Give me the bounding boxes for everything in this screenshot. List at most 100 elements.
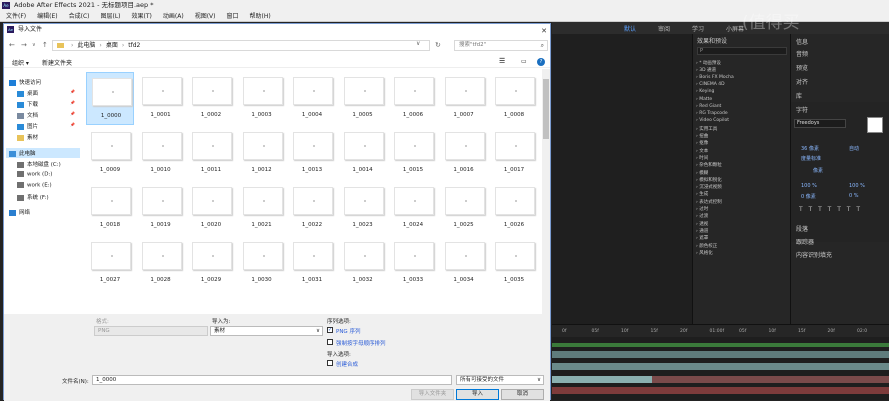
effects-category[interactable]: › Boris FX Mocha <box>696 75 734 80</box>
effects-category[interactable]: › 通道 <box>696 228 708 234</box>
file-item[interactable]: 1_0010 <box>137 127 185 180</box>
menu-item[interactable]: 帮助(H) <box>250 13 271 20</box>
up-arrow-icon[interactable]: ↑ <box>42 41 48 49</box>
panel-info[interactable]: 信息 <box>796 37 808 46</box>
effects-category[interactable]: › 时间 <box>696 155 708 161</box>
effects-category[interactable]: › Matte <box>696 97 712 102</box>
breadcrumb-tfd2[interactable]: tfd2 <box>128 42 140 49</box>
menu-item[interactable]: 编辑(E) <box>37 13 57 20</box>
font-family-select[interactable]: Freedoys <box>794 119 846 128</box>
file-item[interactable]: 1_0020 <box>187 182 235 235</box>
menu-item[interactable]: 合成(C) <box>69 13 90 20</box>
file-item[interactable]: 1_0005 <box>339 72 387 125</box>
alphabetical-order-label[interactable]: 强制按字母顺序排列 <box>336 339 386 347</box>
chevron-down-icon[interactable]: ∨ <box>32 42 36 48</box>
effects-category[interactable]: › 杂色和颗粒 <box>696 162 722 168</box>
file-item[interactable]: 1_0022 <box>288 182 336 235</box>
file-item[interactable]: 1_0017 <box>490 127 538 180</box>
back-arrow-icon[interactable]: ← <box>9 41 15 49</box>
menu-item[interactable]: 效果(T) <box>132 13 152 20</box>
file-item[interactable]: 1_0008 <box>490 72 538 125</box>
effects-category[interactable]: › 表达式控制 <box>696 199 722 205</box>
file-item[interactable]: 1_0035 <box>490 237 538 290</box>
file-item[interactable]: 1_0011 <box>187 127 235 180</box>
file-item[interactable]: 1_0024 <box>389 182 437 235</box>
file-item[interactable]: 1_0033 <box>389 237 437 290</box>
file-item[interactable]: 1_0003 <box>238 72 286 125</box>
panel-library[interactable]: 库 <box>796 91 802 100</box>
breadcrumb-this-pc[interactable]: 此电脑 <box>77 42 95 49</box>
text-style-buttons[interactable]: TTTTTTT <box>799 206 866 213</box>
effects-category[interactable]: › 文本 <box>696 148 708 154</box>
effects-category[interactable]: › 过时 <box>696 206 708 212</box>
nav-item[interactable]: 本地磁盘 (C:) <box>17 160 61 168</box>
close-icon[interactable]: ✕ <box>541 26 547 37</box>
import-folder-button[interactable]: 导入文件夹 <box>411 389 454 400</box>
effects-category[interactable]: › CINEMA 4D <box>696 82 725 87</box>
file-item[interactable]: 1_0004 <box>288 72 336 125</box>
organize-button[interactable]: 组织 ▾ <box>12 58 29 67</box>
effects-category[interactable]: › 颜色校正 <box>696 243 717 249</box>
effects-category[interactable]: › 模拟和锐化 <box>696 177 722 183</box>
menu-item[interactable]: 文件(F) <box>6 13 26 20</box>
pin-icon[interactable]: 📌 <box>70 111 75 116</box>
help-icon[interactable]: ? <box>537 58 545 66</box>
file-item[interactable]: 1_0013 <box>288 127 336 180</box>
file-item[interactable]: 1_0029 <box>187 237 235 290</box>
search-input[interactable]: 搜索"tfd2" ⌕ <box>454 40 548 51</box>
view-options-icon[interactable]: ☰ <box>499 57 505 65</box>
timeline-panel[interactable]: 0f 05f 10f 15f 20f 01:00f 05f 10f 15f 20f 02:0 <box>552 324 889 400</box>
effects-category[interactable]: › 风格化 <box>696 250 713 256</box>
forward-arrow-icon[interactable]: → <box>21 41 27 49</box>
refresh-icon[interactable]: ↻ <box>435 41 441 49</box>
pin-icon[interactable]: 📌 <box>70 122 75 127</box>
composition-viewer[interactable] <box>552 34 692 324</box>
horizontal-scale-value[interactable]: 100 % <box>849 183 865 189</box>
address-dropdown-icon[interactable]: ∨ <box>416 40 420 47</box>
panel-preview[interactable]: 预览 <box>796 63 808 72</box>
file-item[interactable]: 1_0026 <box>490 182 538 235</box>
leading-value[interactable]: 自动 <box>849 145 859 152</box>
alphabetical-order-checkbox[interactable] <box>327 339 333 345</box>
workspace-default[interactable]: 默认 <box>624 24 636 33</box>
nav-item[interactable]: 此电脑 <box>9 149 36 157</box>
nav-item[interactable]: 快速访问 <box>9 78 41 86</box>
file-item[interactable]: 1_0018 <box>86 182 134 235</box>
file-item[interactable]: 1_0015 <box>389 127 437 180</box>
file-item[interactable]: 1_0025 <box>440 182 488 235</box>
menu-item[interactable]: 动画(A) <box>163 13 184 20</box>
effects-category[interactable]: › 透视 <box>696 221 708 227</box>
effects-category[interactable]: › 沉浸式视频 <box>696 184 722 190</box>
file-item[interactable]: 1_0009 <box>86 127 134 180</box>
workspace-learn[interactable]: 学习 <box>692 24 704 33</box>
file-item[interactable]: 1_0030 <box>238 237 286 290</box>
png-sequence-label[interactable]: PNG 序列 <box>336 327 360 335</box>
file-item[interactable]: 1_0002 <box>187 72 235 125</box>
workspace-review[interactable]: 审阅 <box>658 24 670 33</box>
stroke-value[interactable]: 像素 <box>813 167 823 174</box>
import-button[interactable]: 导入 <box>456 389 499 400</box>
nav-item[interactable]: work (E:) <box>17 182 52 189</box>
effects-search-input[interactable]: P <box>697 47 787 55</box>
png-sequence-checkbox[interactable]: ✓ <box>327 327 333 333</box>
effects-category[interactable]: › 实用工具 <box>696 126 717 132</box>
file-item[interactable]: 1_0006 <box>389 72 437 125</box>
tsume-value[interactable]: 0 % <box>849 193 859 199</box>
file-item[interactable]: 1_0023 <box>339 182 387 235</box>
file-item[interactable]: 1_0031 <box>288 237 336 290</box>
file-item[interactable]: 1_0034 <box>440 237 488 290</box>
file-item[interactable]: 1_0021 <box>238 182 286 235</box>
file-item[interactable]: 1_0000 <box>86 72 134 125</box>
panel-align[interactable]: 对齐 <box>796 77 808 86</box>
nav-item[interactable]: 下载 <box>17 100 38 108</box>
filename-input[interactable] <box>92 375 452 385</box>
file-item[interactable]: 1_0016 <box>440 127 488 180</box>
file-type-select[interactable]: 所有可接受的文件 ∨ <box>456 375 544 385</box>
menu-item[interactable]: 图层(L) <box>101 13 121 20</box>
nav-item[interactable]: work (D:) <box>17 171 52 178</box>
menu-item[interactable]: 窗口 <box>226 13 238 20</box>
effects-category[interactable]: › 3D 通道 <box>696 67 716 73</box>
effects-category[interactable]: › RG Trapcode <box>696 111 728 116</box>
new-folder-button[interactable]: 新建文件夹 <box>42 58 72 67</box>
font-size-value[interactable]: 36 像素 <box>801 145 819 152</box>
